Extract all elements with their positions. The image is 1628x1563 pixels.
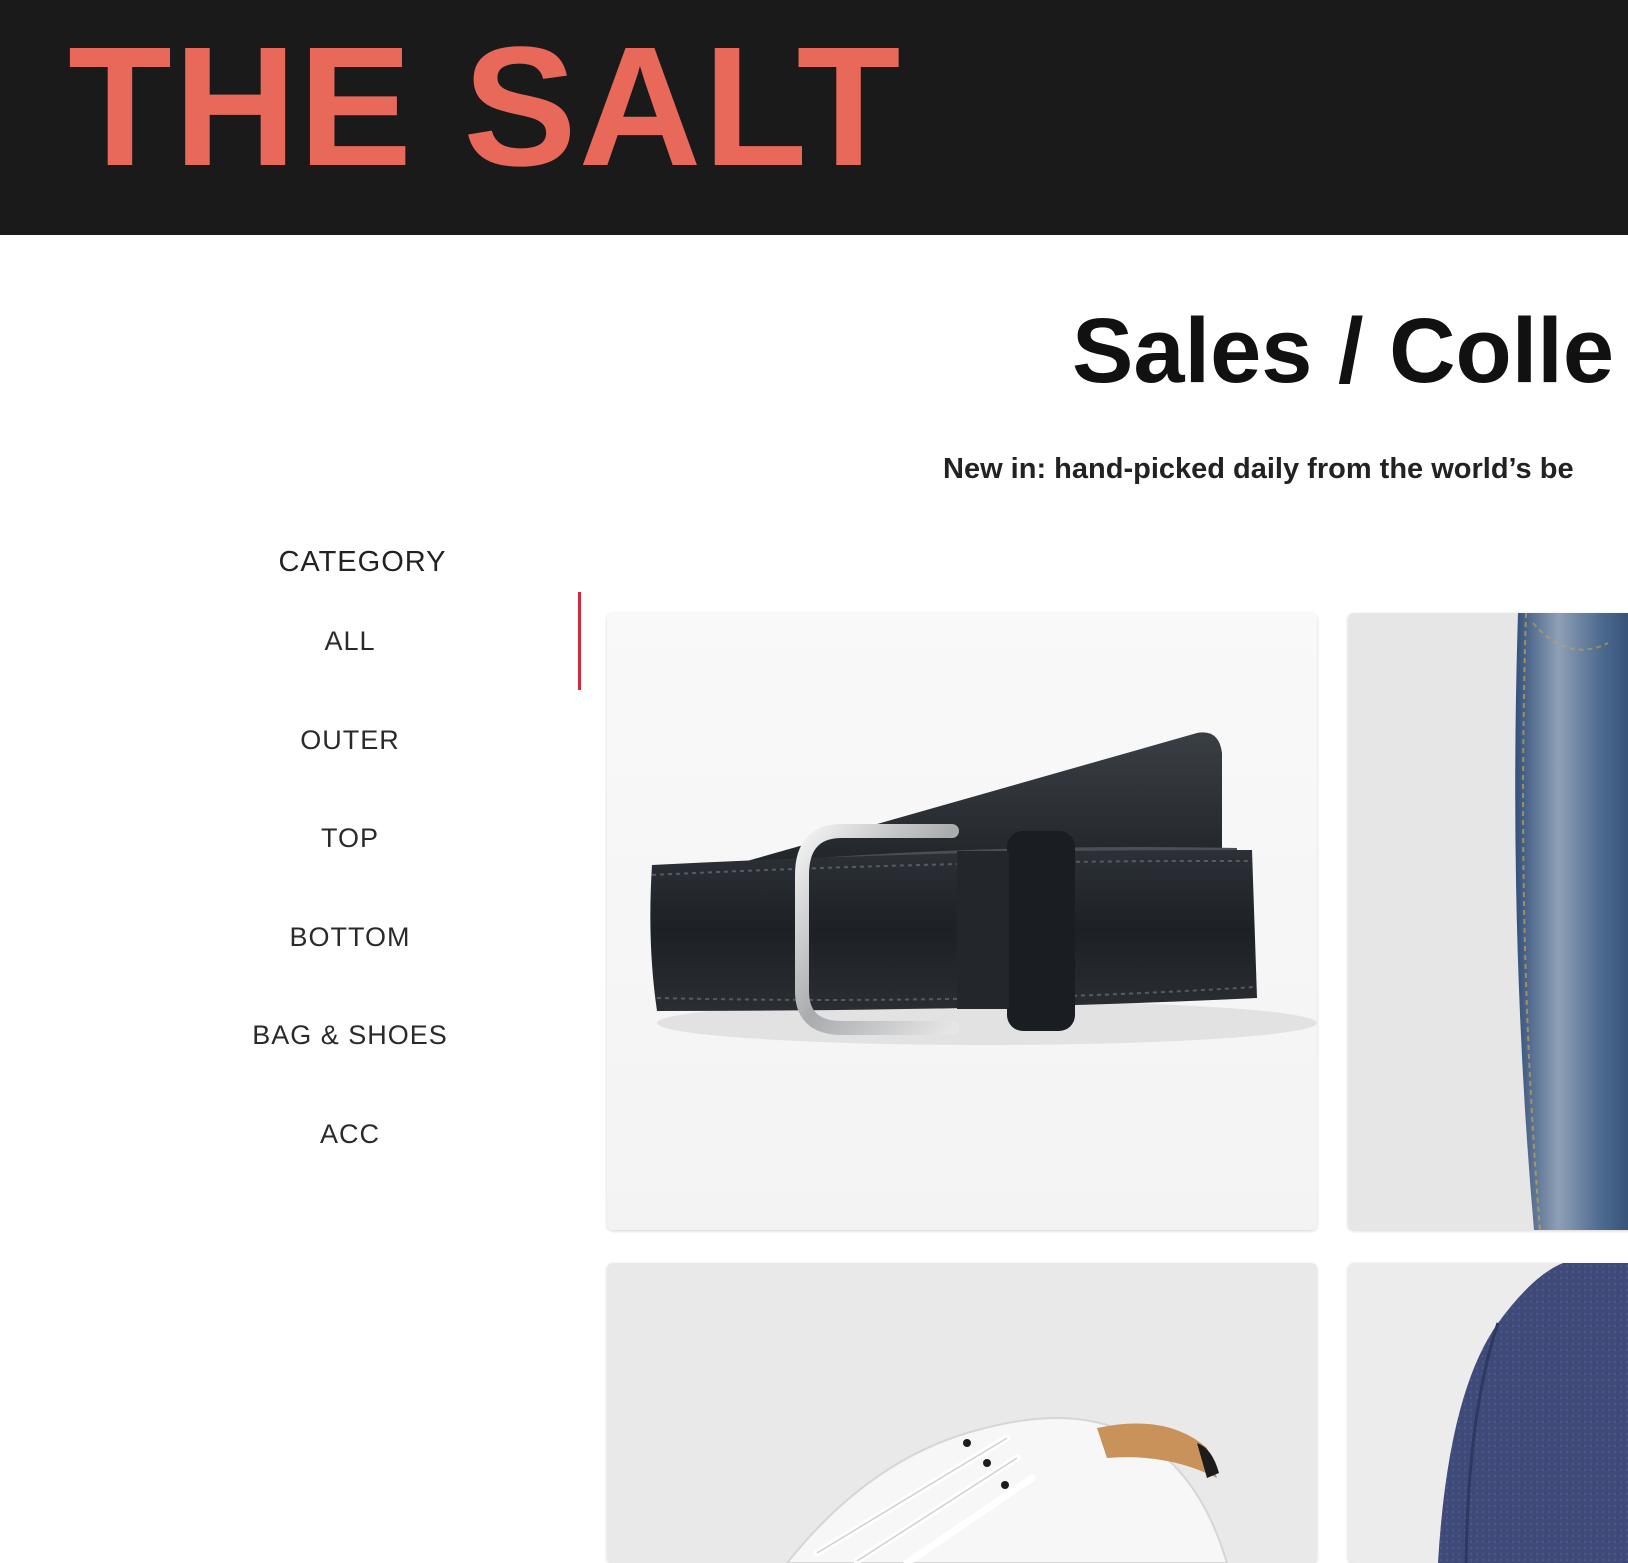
category-item-all[interactable]: ALL <box>250 620 450 719</box>
jeans-image <box>1515 613 1628 1230</box>
site-header: THE SALT <box>0 0 1628 235</box>
page-title: Sales / Colle <box>1072 300 1615 402</box>
belt-image <box>650 732 1317 1045</box>
sneaker-image <box>785 1417 1229 1563</box>
category-heading: CATEGORY <box>278 546 447 578</box>
category-item-top[interactable]: TOP <box>250 817 450 916</box>
category-list: ALL OUTER TOP BOTTOM BAG & SHOES ACC <box>250 620 450 1212</box>
category-item-acc[interactable]: ACC <box>250 1113 450 1212</box>
product-card[interactable] <box>1348 1263 1628 1563</box>
category-item-bottom[interactable]: BOTTOM <box>250 916 450 1015</box>
brand-logo[interactable]: THE SALT <box>68 22 902 192</box>
page-subtitle: New in: hand-picked daily from the world… <box>943 453 1574 485</box>
sweater-image <box>1438 1263 1628 1563</box>
product-card[interactable] <box>607 613 1317 1230</box>
product-card[interactable] <box>607 1263 1317 1563</box>
category-item-outer[interactable]: OUTER <box>250 719 450 818</box>
category-item-bag-shoes[interactable]: BAG & SHOES <box>250 1014 450 1113</box>
product-card[interactable] <box>1348 613 1628 1230</box>
active-category-indicator <box>578 592 581 690</box>
